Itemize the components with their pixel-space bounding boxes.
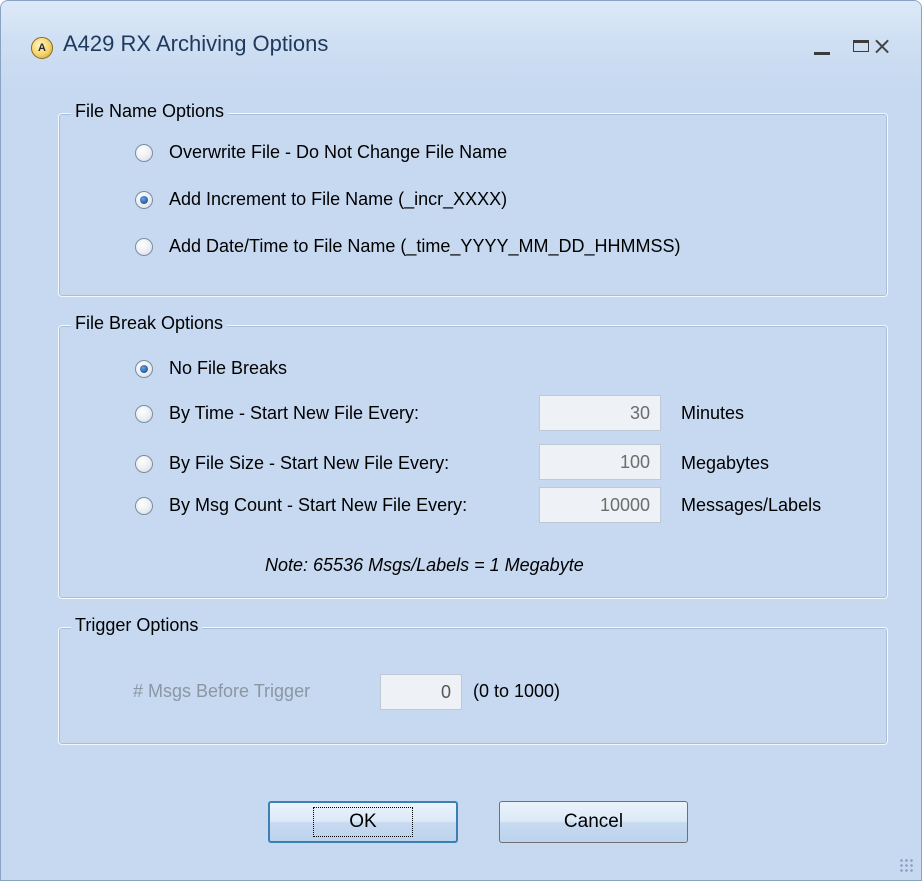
radio-add-increment-indicator[interactable] [135, 190, 153, 209]
archiving-options-dialog: A A429 RX Archiving Options × File Name … [0, 0, 922, 881]
resize-grip[interactable] [899, 858, 913, 872]
msgs-before-trigger-input[interactable]: 0 [380, 674, 462, 710]
radio-no-file-breaks-indicator[interactable] [135, 359, 153, 378]
minimize-icon [814, 51, 830, 55]
radio-by-msg-count-indicator[interactable] [135, 496, 153, 515]
by-time-minutes-input[interactable]: 30 [539, 395, 661, 431]
file-break-options-label: File Break Options [71, 313, 228, 334]
radio-no-file-breaks-label: No File Breaks [169, 358, 288, 378]
radio-by-time[interactable]: By Time - Start New File Every: [135, 403, 419, 424]
close-button[interactable]: × [867, 31, 897, 61]
msgs-before-trigger-label: # Msgs Before Trigger [133, 681, 311, 701]
radio-overwrite-file[interactable]: Overwrite File - Do Not Change File Name [135, 142, 507, 163]
by-msg-count-input[interactable]: 10000 [539, 487, 661, 523]
radio-overwrite-file-label: Overwrite File - Do Not Change File Name [169, 142, 508, 162]
by-time-unit-label: Minutes [681, 403, 745, 423]
radio-by-time-indicator[interactable] [135, 404, 153, 423]
radio-add-datetime-indicator[interactable] [135, 237, 153, 256]
trigger-options-label: Trigger Options [71, 615, 203, 636]
app-icon: A [31, 37, 53, 59]
radio-no-file-breaks[interactable]: No File Breaks [135, 358, 287, 379]
radio-add-increment[interactable]: Add Increment to File Name (_incr_XXXX) [135, 189, 507, 210]
by-file-size-unit-label: Megabytes [681, 453, 770, 473]
radio-add-datetime-label: Add Date/Time to File Name (_time_YYYY_M… [169, 236, 681, 256]
megabyte-note: Note: 65536 Msgs/Labels = 1 Megabyte [265, 555, 584, 575]
title-bar[interactable]: A A429 RX Archiving Options × [1, 1, 921, 91]
radio-by-file-size-label: By File Size - Start New File Every: [169, 453, 450, 473]
by-msg-count-unit-label: Messages/Labels [681, 495, 822, 515]
radio-by-file-size[interactable]: By File Size - Start New File Every: [135, 453, 449, 474]
close-icon: × [871, 32, 893, 60]
ok-button[interactable]: OK [268, 801, 458, 843]
trigger-range-label: (0 to 1000) [473, 681, 561, 701]
minimize-button[interactable] [807, 31, 837, 61]
file-name-options-label: File Name Options [71, 101, 229, 122]
by-file-size-megabytes-input[interactable]: 100 [539, 444, 661, 480]
cancel-button[interactable]: Cancel [499, 801, 688, 843]
radio-by-msg-count-label: By Msg Count - Start New File Every: [169, 495, 468, 515]
radio-by-file-size-indicator[interactable] [135, 454, 153, 473]
radio-by-msg-count[interactable]: By Msg Count - Start New File Every: [135, 495, 467, 516]
radio-by-time-label: By Time - Start New File Every: [169, 403, 420, 423]
window-title: A429 RX Archiving Options [63, 31, 329, 56]
ok-button-label: OK [313, 807, 413, 837]
radio-add-datetime[interactable]: Add Date/Time to File Name (_time_YYYY_M… [135, 236, 680, 257]
cancel-button-label: Cancel [563, 811, 624, 832]
radio-add-increment-label: Add Increment to File Name (_incr_XXXX) [169, 189, 508, 209]
radio-overwrite-file-indicator[interactable] [135, 143, 153, 162]
